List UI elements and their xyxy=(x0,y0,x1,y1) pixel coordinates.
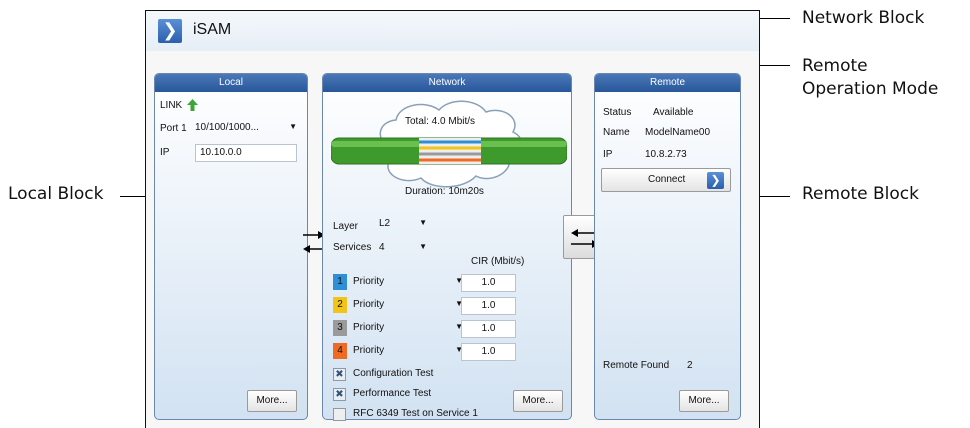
local-panel: Local LINK Port 1 10/100/1000... ▼ IP 10… xyxy=(154,73,308,420)
connect-button[interactable]: Connect ❯ xyxy=(601,168,731,192)
local-ip-label: IP xyxy=(160,147,170,158)
remote-panel-header: Remote xyxy=(595,74,740,92)
perf-test-checkbox[interactable]: ✖ xyxy=(333,388,346,401)
remote-ip-value: 10.8.2.73 xyxy=(645,149,687,160)
port-label: Port 1 xyxy=(160,123,187,134)
app-title: iSAM xyxy=(193,21,232,38)
chevron-down-icon: ▼ xyxy=(289,122,297,131)
service-type-value: Priority xyxy=(353,299,385,310)
callout-remote-block: Remote Block xyxy=(802,184,919,204)
callout-remote-mode-line2: Operation Mode xyxy=(802,79,939,99)
service-number-badge: 3 xyxy=(333,320,347,336)
network-more-button[interactable]: More... xyxy=(513,390,563,412)
perf-test-label: Performance Test xyxy=(353,388,432,399)
service-number-badge: 4 xyxy=(333,343,347,359)
network-total: Total: 4.0 Mbit/s xyxy=(405,116,476,127)
network-panel-header: Network xyxy=(323,74,571,92)
remote-ip-label: IP xyxy=(603,149,613,160)
status-value: Available xyxy=(653,107,694,118)
service-type-dropdown[interactable]: Priority ▼ xyxy=(353,276,463,290)
connect-logo-icon: ❯ xyxy=(707,172,724,189)
services-dropdown[interactable]: 4 ▼ xyxy=(379,242,427,256)
config-test-label: Configuration Test xyxy=(353,368,434,379)
link-up-icon xyxy=(187,99,198,111)
layer-dropdown[interactable]: L2 ▼ xyxy=(379,218,427,232)
connect-label: Connect xyxy=(648,174,686,185)
service-cir-input[interactable]: 1.0 xyxy=(461,297,516,315)
service-cir-input[interactable]: 1.0 xyxy=(461,274,516,292)
callout-local-block: Local Block xyxy=(8,184,104,204)
config-test-checkbox[interactable]: ✖ xyxy=(333,368,346,381)
network-panel: Network Total: 4.0 Mbit/s Duration: 10m2… xyxy=(322,73,572,421)
network-duration: Duration: 10m20s xyxy=(405,186,484,197)
remote-found-label: Remote Found xyxy=(603,360,670,371)
service-cir-input[interactable]: 1.0 xyxy=(461,343,516,361)
service-type-value: Priority xyxy=(353,345,385,356)
service-row: 3 Priority ▼ 1.0 xyxy=(333,320,563,338)
service-type-dropdown[interactable]: Priority ▼ xyxy=(353,322,463,336)
callout-remote-mode-line1: Remote xyxy=(802,56,868,76)
service-row: 1 Priority ▼ 1.0 xyxy=(333,274,563,292)
rfc-test-checkbox[interactable] xyxy=(333,408,346,421)
cir-header: CIR (Mbit/s) xyxy=(471,256,525,267)
callout-network-block: Network Block xyxy=(802,8,925,28)
rfc-test-label: RFC 6349 Test on Service 1 xyxy=(353,408,478,419)
service-cir-input[interactable]: 1.0 xyxy=(461,320,516,338)
service-type-dropdown[interactable]: Priority ▼ xyxy=(353,299,463,313)
local-ip-input[interactable]: 10.10.0.0 xyxy=(195,144,297,162)
status-label: Status xyxy=(603,107,632,118)
port-value: 10/100/1000... xyxy=(195,122,259,133)
app-logo-icon: ❯ xyxy=(158,19,182,43)
services-label: Services xyxy=(333,242,372,253)
chevron-down-icon: ▼ xyxy=(419,218,427,227)
service-row: 4 Priority ▼ 1.0 xyxy=(333,343,563,361)
service-number-badge: 1 xyxy=(333,274,347,290)
work-area: Local LINK Port 1 10/100/1000... ▼ IP 10… xyxy=(146,51,759,428)
layer-value: L2 xyxy=(379,218,391,229)
local-panel-header: Local xyxy=(155,74,307,92)
port-dropdown[interactable]: 10/100/1000... ▼ xyxy=(195,122,297,136)
services-value: 4 xyxy=(379,242,385,253)
remote-panel: Remote Status Available Name ModelName00… xyxy=(594,73,741,420)
local-more-button[interactable]: More... xyxy=(247,390,297,412)
chevron-down-icon: ▼ xyxy=(419,242,427,251)
service-type-value: Priority xyxy=(353,276,385,287)
service-row: 2 Priority ▼ 1.0 xyxy=(333,297,563,315)
service-number-badge: 2 xyxy=(333,297,347,313)
remote-name-value: ModelName00 xyxy=(645,127,711,138)
remote-more-button[interactable]: More... xyxy=(679,390,729,412)
layer-label: Layer xyxy=(333,221,359,232)
title-bar: ❯ iSAM xyxy=(146,11,759,51)
remote-found-value: 2 xyxy=(687,360,693,371)
link-label: LINK xyxy=(160,100,183,111)
app-window: ❯ iSAM Local LINK Port 1 10/100/1000... … xyxy=(145,10,760,428)
service-type-value: Priority xyxy=(353,322,385,333)
remote-name-label: Name xyxy=(603,127,630,138)
service-type-dropdown[interactable]: Priority ▼ xyxy=(353,345,463,359)
